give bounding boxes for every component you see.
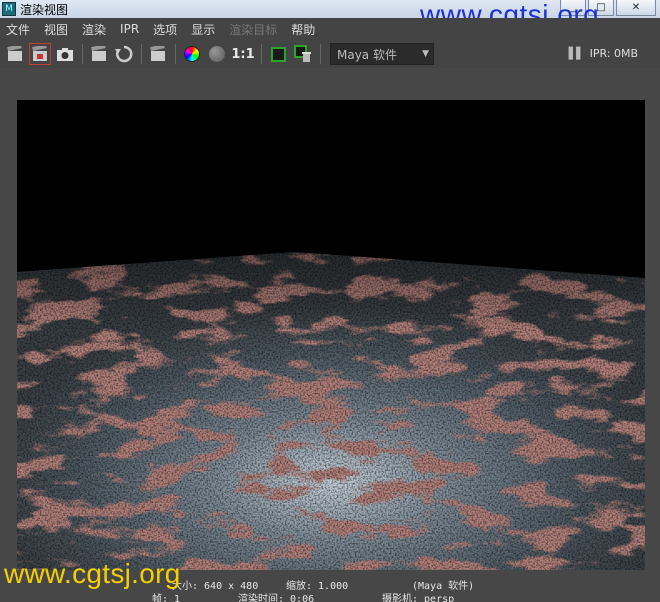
menu-bar: 文件 视图 渲染 IPR 选项 显示 渲染目标 帮助 [0,18,660,40]
clapper-settings-icon [150,46,165,61]
real-size-button[interactable]: 1:1 [231,43,255,65]
refresh-icon [115,45,133,63]
remove-image-button[interactable] [292,43,314,65]
rgb-wheel-icon [184,46,200,62]
renderer-dropdown[interactable]: Maya 软件 ▼ [330,43,434,65]
rendered-image [17,100,645,570]
menu-view[interactable]: 视图 [44,21,68,38]
watermark-bottom: www.cgtsj.org [4,558,181,589]
menu-display[interactable]: 显示 [191,21,215,38]
menu-options[interactable]: 选项 [153,21,177,38]
display-alpha-channel-button[interactable] [206,43,228,65]
alpha-ball-icon [209,46,225,62]
menu-file[interactable]: 文件 [6,21,30,38]
keep-image-button[interactable] [267,43,289,65]
render-region-button[interactable] [29,43,51,65]
menu-render[interactable]: 渲染 [82,21,106,38]
pause-icon[interactable]: ▌▌ [569,47,585,60]
clapper-icon [7,46,22,61]
display-rgb-channels-button[interactable] [181,43,203,65]
menu-render-target[interactable]: 渲染目标 [229,21,277,38]
close-button[interactable]: ✕ [616,0,656,16]
redo-previous-render-button[interactable] [4,43,26,65]
toolbar-separator [175,44,176,64]
render-viewport[interactable]: 大小: 640 x 480 缩放: 1.000 (Maya 软件) 帧: 1 渲… [0,68,660,602]
ipr-clapper-icon [91,46,106,61]
ipr-memory-label: IPR: 0MB [589,47,638,60]
render-settings-button[interactable] [147,43,169,65]
keep-image-icon [270,46,286,62]
status-render-time: 渲染时间: 0:06 [238,594,315,602]
ipr-status: ▌▌ IPR: 0MB [569,47,638,60]
toolbar-separator [320,44,321,64]
renderer-dropdown-value: Maya 软件 [337,47,397,62]
chevron-down-icon: ▼ [422,49,429,59]
menu-help[interactable]: 帮助 [291,21,315,38]
ipr-render-button[interactable] [88,43,110,65]
maya-app-icon: M [2,2,16,16]
status-camera: 摄影机: persp [382,594,455,602]
toolbar-separator [82,44,83,64]
refresh-ipr-button[interactable] [113,43,135,65]
rendered-terrain-image [17,252,645,570]
toolbar-separator [261,44,262,64]
remove-image-icon [294,45,311,62]
clapper-region-icon [32,46,47,61]
render-toolbar: 1:1 Maya 软件 ▼ [0,40,660,68]
toolbar-separator [141,44,142,64]
menu-ipr[interactable]: IPR [120,22,139,36]
window-title: 渲染视图 [20,3,69,17]
camera-icon [57,48,73,61]
snapshot-button[interactable] [54,43,76,65]
status-frame: 帧: 1 [152,594,181,602]
